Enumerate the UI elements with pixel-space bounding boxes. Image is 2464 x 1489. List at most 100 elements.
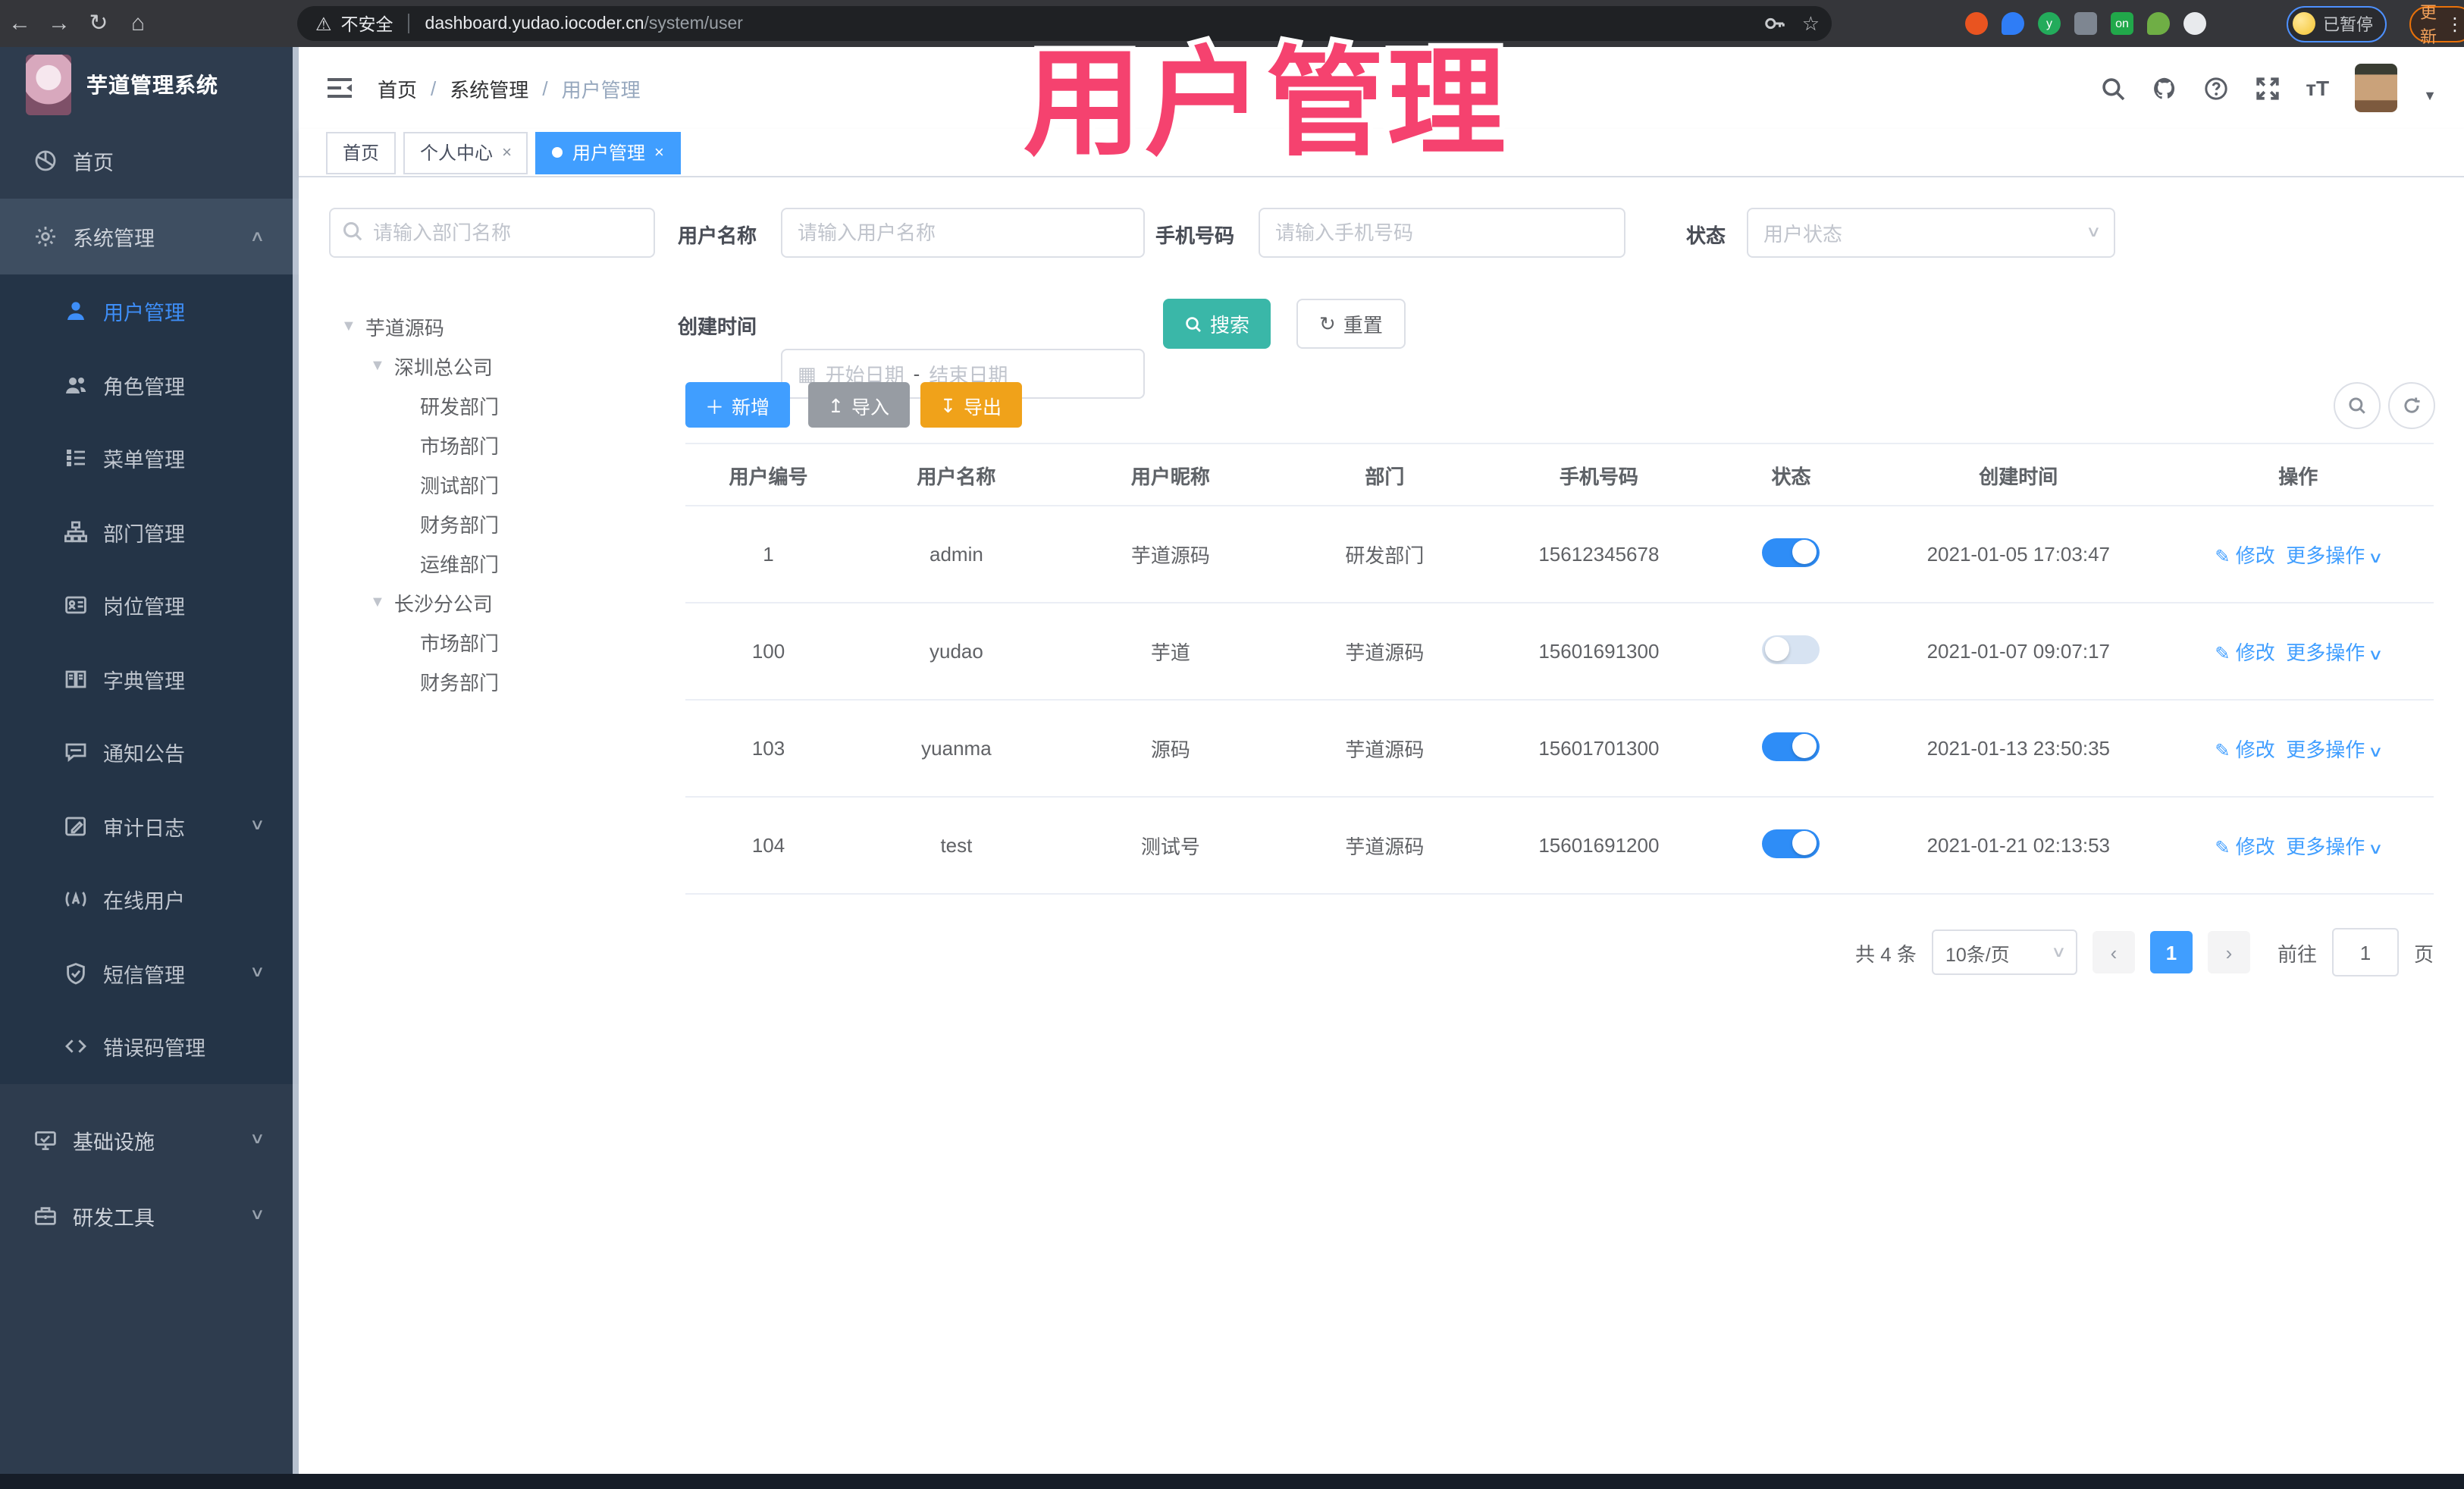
- page-size-select[interactable]: 10条/页 ∨: [1931, 929, 2077, 975]
- tab-profile[interactable]: 个人中心 ×: [403, 131, 528, 174]
- tree-expand-caret-icon[interactable]: ▼: [370, 594, 385, 610]
- puzzle-extension-icon[interactable]: [2183, 12, 2206, 35]
- profile-avatar-icon: [2293, 12, 2315, 35]
- blue-gem-extension-icon[interactable]: [2002, 12, 2024, 35]
- reload-icon[interactable]: ↻: [79, 0, 118, 47]
- dept-tree-node[interactable]: 研发部门: [329, 385, 655, 425]
- dept-tree-node[interactable]: 测试部门: [329, 464, 655, 503]
- column-header: 部门: [1280, 444, 1490, 506]
- tree-expand-caret-icon[interactable]: ▼: [341, 318, 356, 334]
- more-actions-caret-icon: ∨: [2368, 744, 2384, 761]
- code-icon: [65, 1039, 86, 1054]
- add-button[interactable]: ＋新增: [685, 382, 790, 428]
- tab-user-management[interactable]: 用户管理 ×: [535, 131, 681, 174]
- tab-home[interactable]: 首页: [326, 131, 397, 174]
- dept-tree-node[interactable]: ▼ 深圳总公司: [329, 346, 655, 385]
- dept-tree-node[interactable]: 运维部门: [329, 543, 655, 582]
- dept-tree-node[interactable]: 财务部门: [329, 503, 655, 543]
- sidebar-item-post-management[interactable]: 岗位管理: [0, 569, 299, 642]
- url-host: dashboard.yudao.iocoder.cn: [425, 14, 644, 33]
- sidebar-item-home[interactable]: 首页: [0, 123, 299, 199]
- reset-button[interactable]: ↻ 重置: [1296, 299, 1406, 349]
- department-tree: ▼ 芋道源码 ▼ 深圳总公司 研发部门 市场部门 测试部门 财务部门 运维部门 ▼ 长沙分公司 市场部…: [329, 306, 655, 701]
- sidebar-item-menu-management[interactable]: 菜单管理: [0, 422, 299, 495]
- refresh-button[interactable]: [2388, 382, 2435, 429]
- dept-tree-node[interactable]: 市场部门: [329, 425, 655, 464]
- tree-expand-caret-icon[interactable]: ▼: [370, 357, 385, 374]
- github-icon[interactable]: [2151, 75, 2177, 101]
- sidebar-item-error-code-management[interactable]: 错误码管理: [0, 1010, 299, 1083]
- user-avatar[interactable]: [2355, 64, 2398, 112]
- home-icon[interactable]: ⌂: [118, 0, 158, 47]
- edit-link[interactable]: ✎ 修改: [2215, 641, 2274, 664]
- sidebar-item-audit-log[interactable]: 审计日志 ∨: [0, 789, 299, 863]
- more-actions-link[interactable]: 更多操作 ∨: [2286, 835, 2384, 858]
- sidebar-scrollbar[interactable]: [293, 47, 299, 1474]
- dept-tree-node[interactable]: ▼ 芋道源码: [329, 306, 655, 346]
- bookmark-star-icon[interactable]: ☆: [1802, 11, 1820, 36]
- more-actions-link[interactable]: 更多操作 ∨: [2286, 544, 2384, 567]
- next-page-button[interactable]: ›: [2207, 931, 2250, 973]
- status-select[interactable]: 用户状态 ∨: [1747, 208, 2115, 258]
- more-actions-link[interactable]: 更多操作 ∨: [2286, 738, 2384, 761]
- sidebar-item-user-management[interactable]: 用户管理: [0, 274, 299, 348]
- orange-circle-extension-icon[interactable]: [1965, 12, 1988, 35]
- mobile-input[interactable]: [1259, 208, 1625, 258]
- sidebar-item-dept-management[interactable]: 部门管理: [0, 495, 299, 569]
- help-icon[interactable]: [2202, 75, 2228, 101]
- grid-extension-icon[interactable]: [2074, 12, 2097, 35]
- prev-page-button[interactable]: ‹: [2092, 931, 2135, 973]
- browser-menu-icon[interactable]: ⋮: [2446, 13, 2464, 34]
- back-icon[interactable]: ←: [0, 0, 39, 47]
- key-icon[interactable]: [1764, 12, 1787, 35]
- table-row: 100 yudao 芋道 芋道源码 15601691300 2021-01-07 09:0…: [685, 603, 2434, 701]
- toggle-search-button[interactable]: [2334, 382, 2381, 429]
- switch-on-extension-icon[interactable]: on: [2111, 12, 2133, 35]
- green-y-extension-icon[interactable]: y: [2038, 12, 2061, 35]
- dept-tree-node[interactable]: ▼ 长沙分公司: [329, 582, 655, 622]
- table-header-row: 用户编号 用户名称 用户昵称 部门 手机号码 状态 创建时间 操作: [685, 444, 2434, 506]
- sidebar-item-infrastructure[interactable]: 基础设施 ∨: [0, 1102, 299, 1177]
- goto-page-input[interactable]: [2331, 928, 2399, 976]
- sidebar-item-dict-management[interactable]: 字典管理: [0, 642, 299, 716]
- search-button[interactable]: 搜索: [1163, 299, 1271, 349]
- status-toggle[interactable]: [1762, 829, 1820, 857]
- export-button[interactable]: ↧ 导出: [920, 382, 1021, 428]
- dept-search-input[interactable]: [329, 208, 655, 258]
- chrome-update-button[interactable]: 更新 ⋮: [2409, 4, 2464, 46]
- sidebar-item-dev-tools[interactable]: 研发工具 ∨: [0, 1177, 299, 1253]
- collapse-sidebar-icon[interactable]: [326, 76, 353, 100]
- breadcrumb-home[interactable]: 首页: [378, 74, 417, 102]
- profile-paused-badge[interactable]: 已暂停: [2287, 5, 2387, 42]
- status-toggle[interactable]: [1762, 732, 1820, 760]
- dept-tree-node[interactable]: 财务部门: [329, 661, 655, 701]
- pin-extension-icon[interactable]: [2147, 12, 2170, 35]
- font-size-icon[interactable]: тT: [2306, 76, 2329, 100]
- edit-link[interactable]: ✎ 修改: [2215, 738, 2274, 761]
- close-tab-icon[interactable]: ×: [502, 143, 512, 161]
- sidebar-item-notice-announcement[interactable]: 通知公告: [0, 716, 299, 789]
- reset-icon: ↻: [1319, 312, 1336, 334]
- cell-created: 2021-01-13 23:50:35: [1874, 700, 2163, 798]
- avatar-dropdown-caret-icon[interactable]: ▼: [2423, 88, 2437, 103]
- edit-link[interactable]: ✎ 修改: [2215, 544, 2274, 567]
- sidebar-item-system-management[interactable]: 系统管理 ∧: [0, 199, 299, 274]
- close-tab-icon[interactable]: ×: [654, 143, 664, 161]
- fullscreen-icon[interactable]: [2254, 75, 2280, 101]
- import-button[interactable]: ↥ 导入: [808, 382, 909, 428]
- more-actions-link[interactable]: 更多操作 ∨: [2286, 641, 2384, 664]
- sidebar-item-sms-management[interactable]: 短信管理 ∨: [0, 936, 299, 1010]
- forward-icon[interactable]: →: [39, 0, 79, 47]
- breadcrumb-system[interactable]: 系统管理: [450, 74, 528, 102]
- dept-search-icon: [341, 220, 364, 243]
- sidebar-item-online-users[interactable]: 在线用户: [0, 863, 299, 936]
- status-toggle[interactable]: [1762, 635, 1820, 663]
- username-input[interactable]: [781, 208, 1145, 258]
- app-logo-row[interactable]: 芋道管理系统: [0, 47, 299, 123]
- edit-link[interactable]: ✎ 修改: [2215, 835, 2274, 858]
- search-icon[interactable]: [2099, 75, 2125, 101]
- page-1-button[interactable]: 1: [2149, 931, 2193, 973]
- dept-tree-node[interactable]: 市场部门: [329, 622, 655, 661]
- sidebar-item-role-management[interactable]: 角色管理: [0, 348, 299, 422]
- status-toggle[interactable]: [1762, 538, 1820, 566]
